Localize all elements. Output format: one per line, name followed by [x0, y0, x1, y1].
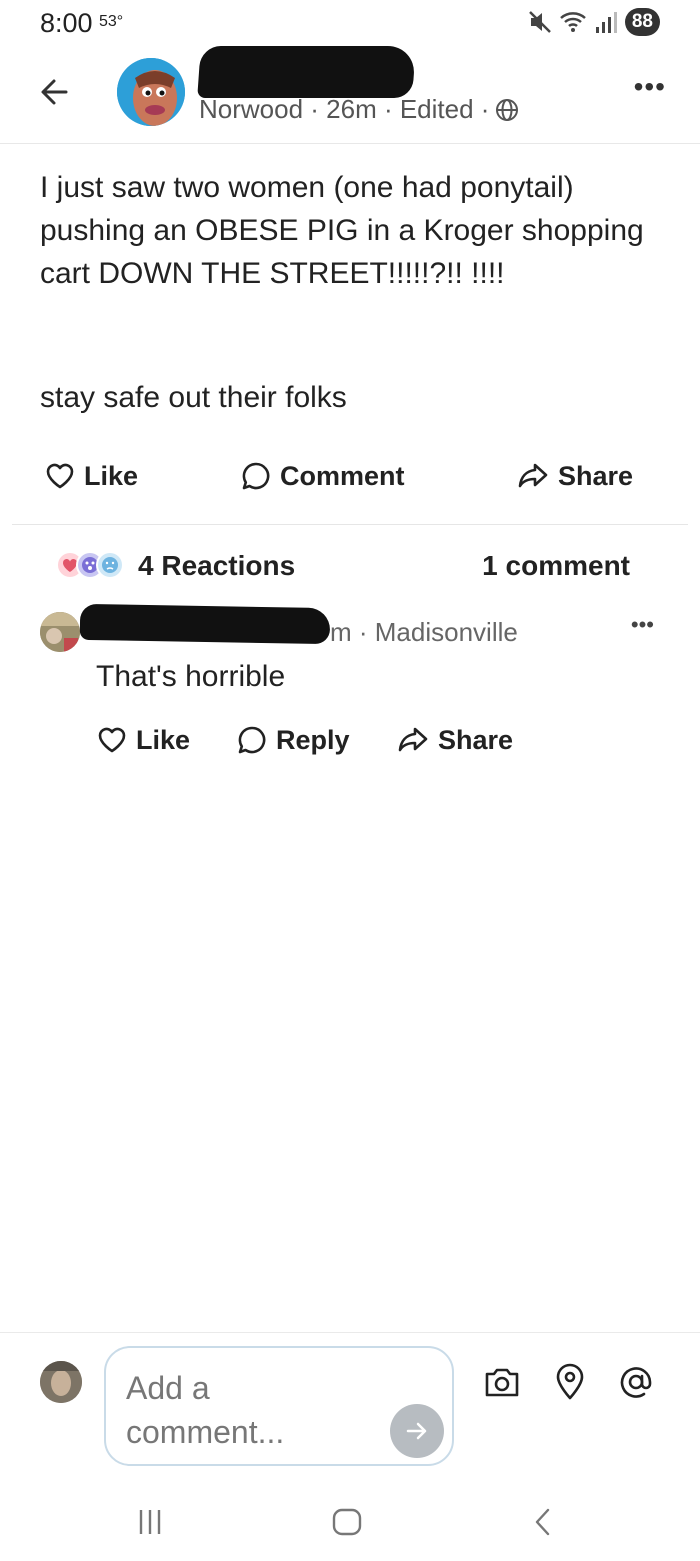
post-meta: Norwood · 26m · Edited · [199, 94, 519, 125]
like-label: Like [84, 460, 139, 491]
post-meta-text: Norwood · 26m · Edited · [199, 94, 490, 124]
wifi-icon [560, 12, 586, 32]
reaction-icons [56, 548, 128, 584]
arrow-right-icon [406, 1422, 427, 1440]
comment-count[interactable]: 1 comment [482, 550, 630, 582]
comment-text: That's horrible [96, 660, 286, 693]
globe-icon [496, 98, 519, 121]
comment-label: Comment [280, 460, 405, 491]
speech-bubble-icon [242, 462, 270, 490]
share-arrow-icon [398, 727, 428, 752]
comment-button[interactable]: Comment [240, 460, 405, 492]
share-arrow-icon [518, 463, 548, 488]
commenter-avatar[interactable] [40, 612, 80, 652]
status-bar: 8:00 53° 88 [0, 0, 700, 46]
comment-input[interactable]: Add a comment... [104, 1346, 454, 1466]
signal-icon [595, 12, 617, 33]
back-arrow-icon[interactable] [36, 72, 76, 112]
status-temperature: 53° [99, 13, 124, 30]
author-avatar[interactable] [117, 58, 185, 126]
like-button[interactable]: Like [44, 460, 138, 492]
redacted-author-name [197, 46, 416, 98]
recent-apps-icon[interactable] [134, 1506, 166, 1538]
camera-icon[interactable] [482, 1362, 522, 1402]
share-label: Share [558, 460, 634, 491]
status-icons: 88 [527, 8, 660, 36]
more-options-icon[interactable]: ••• [634, 73, 666, 101]
post-actions: Like Comment Share [0, 460, 700, 506]
speech-bubble-icon [238, 726, 266, 754]
back-nav-icon[interactable] [528, 1506, 560, 1538]
reactions-summary[interactable]: 4 Reactions [56, 548, 295, 584]
send-button[interactable] [390, 1404, 444, 1458]
status-time: 8:00 [40, 8, 93, 38]
comment-like-button[interactable]: Like [96, 724, 190, 756]
share-button[interactable]: Share [516, 460, 633, 492]
heart-icon [46, 463, 74, 489]
battery-indicator: 88 [624, 8, 660, 36]
composer-divider [0, 1332, 700, 1333]
mute-icon [528, 11, 551, 33]
heart-icon [98, 727, 126, 753]
reply-button[interactable]: Reply [236, 724, 350, 756]
reactions-count[interactable]: 4 Reactions [138, 550, 295, 582]
redacted-commenter-name [79, 603, 331, 645]
mention-icon[interactable] [616, 1362, 656, 1402]
post-body-footer: stay safe out their folks [40, 381, 347, 414]
location-pin-icon[interactable] [550, 1362, 590, 1402]
sad-reaction-icon [96, 551, 124, 579]
comment-input-placeholder: Add a comment... [126, 1370, 285, 1450]
system-nav-bar [0, 1500, 700, 1544]
comment-share-label: Share [438, 724, 514, 755]
current-user-avatar [40, 1361, 82, 1403]
post-header: Norwood · 26m · Edited · ••• [0, 46, 700, 144]
commenter-location: m · Madisonville [330, 617, 518, 647]
post-body: I just saw two women (one had ponytail) … [40, 171, 644, 290]
comment-actions: Like Reply Share [96, 724, 596, 764]
comment-more-icon[interactable]: ••• [631, 614, 654, 636]
comment-share-button[interactable]: Share [396, 724, 513, 756]
divider [12, 524, 688, 525]
home-icon[interactable] [330, 1506, 364, 1538]
reply-label: Reply [276, 724, 350, 755]
comment-like-label: Like [136, 724, 191, 755]
